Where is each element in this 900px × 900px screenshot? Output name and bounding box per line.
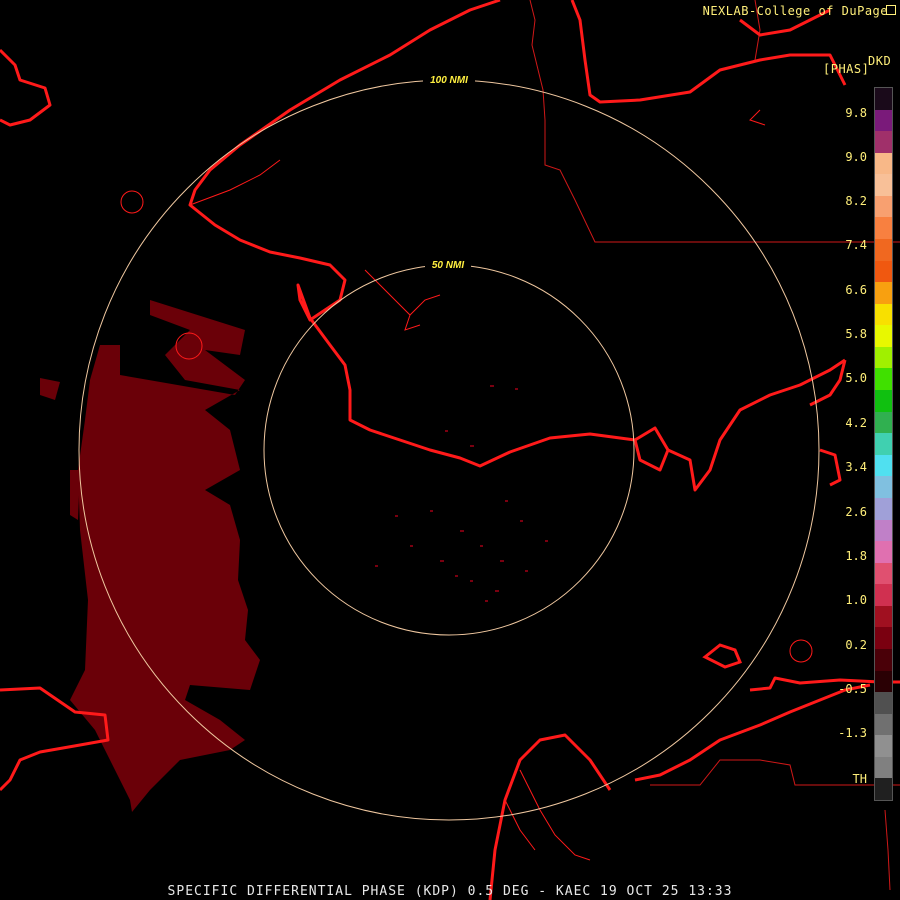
color-scale-swatch [875, 454, 892, 477]
color-scale-swatch [875, 584, 892, 607]
color-scale-swatch [875, 735, 892, 758]
echo-specks [375, 385, 548, 602]
color-scale-tick-label: TH [852, 772, 867, 786]
color-scale-swatch [875, 368, 892, 391]
range-ring-label-100: 100 NMI [430, 75, 468, 86]
cod-logo-icon [886, 5, 896, 15]
color-scale-tick-label: -1.3 [838, 726, 867, 740]
color-scale-swatch [875, 476, 892, 499]
color-scale-swatch [875, 325, 892, 348]
color-scale-swatch [875, 648, 892, 672]
color-scale-swatch [875, 778, 892, 801]
color-scale-swatch [875, 88, 892, 111]
echo-region [40, 300, 260, 812]
color-scale-swatch [875, 713, 892, 736]
color-scale-swatch [875, 260, 892, 283]
color-scale-tick-label: 5.8 [845, 327, 867, 341]
color-scale-tick-label: 1.0 [845, 593, 867, 607]
product-code: DKD [868, 54, 892, 68]
color-scale-swatch [875, 541, 892, 564]
range-ring-label-50: 50 NMI [432, 260, 464, 271]
color-scale-tick-label: 8.2 [845, 194, 867, 208]
color-scale-swatch [875, 217, 892, 240]
color-scale-swatch [875, 411, 892, 434]
color-scale-tick-label: 6.6 [845, 283, 867, 297]
color-scale-swatch [875, 605, 892, 628]
color-scale-swatch [875, 346, 892, 369]
color-scale-swatch [875, 195, 892, 218]
color-scale-tick-label: 2.6 [845, 505, 867, 519]
color-scale-tick-label: 1.8 [845, 549, 867, 563]
color-scale-tick-label: 7.4 [845, 238, 867, 252]
color-scale-swatch [875, 627, 892, 650]
color-scale-tick-label: 5.0 [845, 371, 867, 385]
radar-map: 100 NMI 50 NMI [0, 0, 900, 900]
color-scale-tick-label: 0.2 [845, 638, 867, 652]
island [702, 643, 743, 669]
legend-units: [PHAS] [823, 62, 870, 76]
color-scale-swatch [875, 390, 892, 413]
inland-waterways [189, 109, 766, 861]
color-scale-swatch [875, 282, 892, 305]
color-scale-swatch [875, 756, 892, 779]
color-scale-swatch [875, 433, 892, 456]
color-scale-swatch [875, 692, 892, 715]
color-scale-tick-label: 9.0 [845, 150, 867, 164]
color-scale-tick-label: 3.4 [845, 460, 867, 474]
color-scale-tick-label: 4.2 [845, 416, 867, 430]
product-footer: SPECIFIC DIFFERENTIAL PHASE (KDP) 0.5 DE… [167, 884, 733, 899]
credit-text: NEXLAB-College of DuPage [702, 4, 888, 18]
color-scale-swatch [875, 174, 892, 197]
color-scale-swatch [875, 303, 892, 326]
color-scale-swatch [875, 239, 892, 262]
color-scale-swatch [875, 562, 892, 585]
color-scale-swatch [875, 131, 892, 154]
range-ring-50 [263, 264, 635, 636]
color-scale-swatch [875, 519, 892, 542]
color-scale-swatch [875, 670, 892, 693]
color-scale-swatch [875, 109, 892, 132]
color-scale-swatch [875, 152, 892, 175]
color-scale-tick-label: 9.8 [845, 106, 867, 120]
color-scale-tick-label: -0.5 [838, 682, 867, 696]
color-scale-swatch [875, 497, 892, 520]
color-scale-bar [874, 87, 893, 801]
